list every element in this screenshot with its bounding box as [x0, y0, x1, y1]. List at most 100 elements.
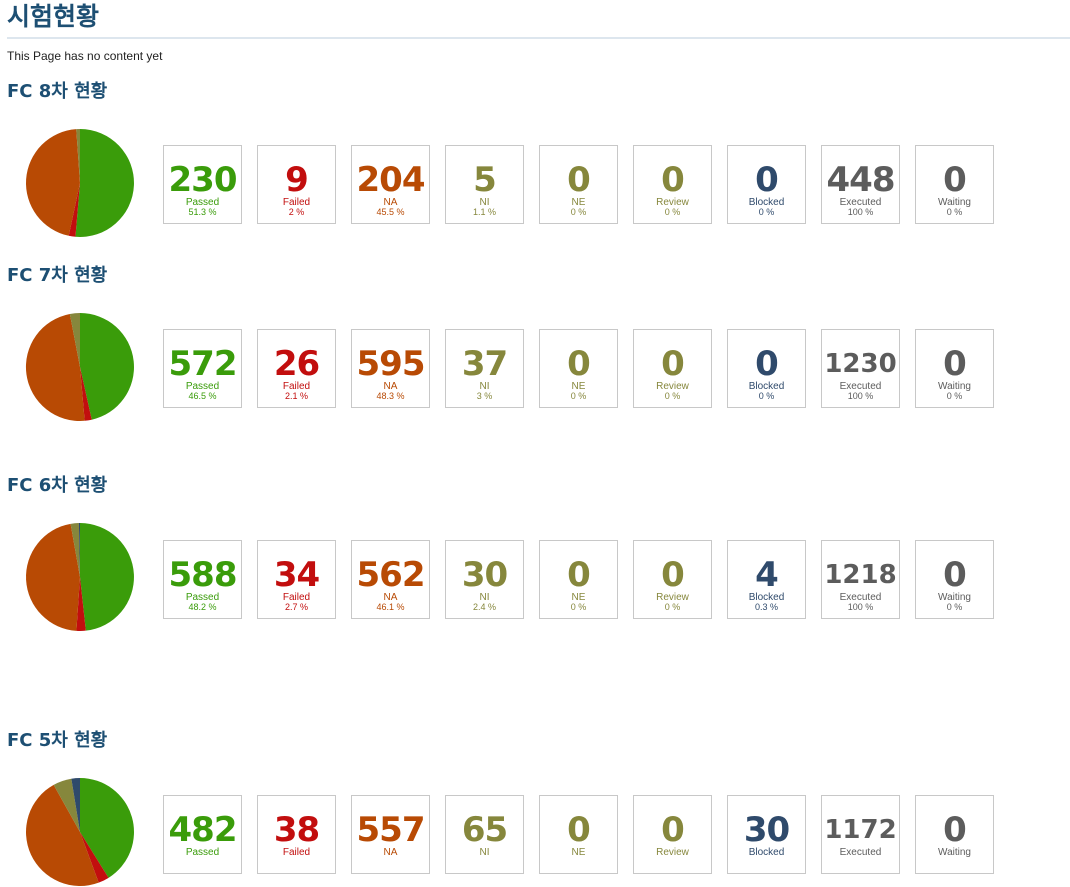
stat-card-blocked: 30 Blocked — [727, 795, 806, 874]
pie-slice-passed — [75, 129, 134, 237]
stat-percent: 0 % — [664, 391, 681, 401]
stat-value: 38 — [273, 810, 320, 850]
stat-percent: 0 % — [946, 602, 963, 612]
stat-card-failed: 26 Failed 2.1 % — [257, 329, 336, 408]
stat-percent: 0 % — [758, 391, 775, 401]
pie-slice-na — [25, 129, 80, 236]
stat-card-review: 0 Review 0 % — [633, 145, 712, 224]
stat-card-executed: 1172 Executed — [821, 795, 900, 874]
stat-percent: 1.1 % — [472, 207, 496, 217]
status-pie-chart — [25, 313, 134, 422]
stat-percent: 2.1 % — [284, 391, 308, 401]
stat-label: Failed — [282, 847, 311, 858]
stat-card-review: 0 Review 0 % — [633, 540, 712, 619]
stat-value: 482 — [168, 810, 238, 850]
stat-value: 1172 — [824, 815, 897, 845]
empty-page-note: This Page has no content yet — [7, 49, 163, 63]
stat-card-passed: 230 Passed 51.3 % — [163, 145, 242, 224]
stat-percent: 0 % — [946, 207, 963, 217]
stat-value: 1218 — [824, 560, 897, 590]
stat-percent: 0 % — [570, 391, 587, 401]
stat-value: 5 — [473, 160, 497, 200]
stat-percent: 48.3 % — [376, 391, 405, 401]
stat-card-waiting: 0 Waiting — [915, 795, 994, 874]
stat-card-failed: 34 Failed 2.7 % — [257, 540, 336, 619]
stat-percent: 0 % — [570, 602, 587, 612]
stat-percent: 2.7 % — [284, 602, 308, 612]
section-title: FC 8차 현황 — [7, 81, 108, 102]
pie-slice-na — [26, 523, 81, 631]
stat-percent: 0 % — [664, 207, 681, 217]
stat-label: Blocked — [748, 847, 785, 858]
stat-card-blocked: 0 Blocked 0 % — [727, 329, 806, 408]
stat-value: 0 — [943, 160, 967, 200]
stat-card-ne: 0 NE 0 % — [539, 540, 618, 619]
stat-percent: 2.4 % — [472, 602, 496, 612]
stat-percent: 45.5 % — [376, 207, 405, 217]
stat-value: 0 — [755, 344, 779, 384]
stat-percent: 0 % — [758, 207, 775, 217]
stat-value: 230 — [168, 160, 238, 200]
stat-value: 204 — [356, 160, 426, 200]
page-title: 시험현황 — [7, 2, 100, 31]
stat-card-ni: 5 NI 1.1 % — [445, 145, 524, 224]
stat-value: 0 — [755, 160, 779, 200]
stat-card-ne: 0 NE 0 % — [539, 145, 618, 224]
stat-card-na: 562 NA 46.1 % — [351, 540, 430, 619]
stat-card-na: 204 NA 45.5 % — [351, 145, 430, 224]
stat-percent: 46.5 % — [188, 391, 217, 401]
stat-percent: 100 % — [847, 207, 874, 217]
stat-value: 30 — [461, 555, 508, 595]
stat-value: 9 — [285, 160, 309, 200]
stat-value: 0 — [567, 160, 591, 200]
stat-value: 0 — [661, 810, 685, 850]
stat-percent: 46.1 % — [376, 602, 405, 612]
stat-card-ni: 37 NI 3 % — [445, 329, 524, 408]
status-pie-chart — [26, 778, 134, 886]
stat-value: 0 — [661, 160, 685, 200]
stat-value: 34 — [273, 555, 320, 595]
stat-value: 0 — [567, 555, 591, 595]
stat-value: 0 — [567, 344, 591, 384]
stat-card-ni: 30 NI 2.4 % — [445, 540, 524, 619]
stat-value: 562 — [356, 555, 426, 595]
stat-label: Waiting — [938, 847, 971, 858]
stat-percent: 48.2 % — [188, 602, 217, 612]
stat-card-passed: 572 Passed 46.5 % — [163, 329, 242, 408]
stat-percent: 0 % — [570, 207, 587, 217]
stat-value: 448 — [826, 160, 896, 200]
stat-label: NE — [571, 847, 586, 858]
stat-value: 0 — [661, 344, 685, 384]
stat-card-ni: 65 NI — [445, 795, 524, 874]
stat-card-passed: 482 Passed — [163, 795, 242, 874]
stat-card-blocked: 4 Blocked 0.3 % — [727, 540, 806, 619]
stat-value: 4 — [755, 555, 779, 595]
stat-value: 0 — [661, 555, 685, 595]
stat-label: Passed — [185, 847, 220, 858]
stat-value: 37 — [461, 344, 508, 384]
stat-card-waiting: 0 Waiting 0 % — [915, 540, 994, 619]
pie-slice-passed — [80, 523, 134, 631]
stat-label: Review — [656, 847, 689, 858]
stat-card-failed: 38 Failed — [257, 795, 336, 874]
stat-percent: 3 % — [476, 391, 493, 401]
stat-label: Executed — [839, 847, 882, 858]
stat-label: NA — [383, 847, 398, 858]
stat-card-waiting: 0 Waiting 0 % — [915, 329, 994, 408]
stat-card-ne: 0 NE — [539, 795, 618, 874]
stat-value: 30 — [743, 810, 790, 850]
status-pie-chart — [26, 522, 134, 631]
stat-value: 0 — [943, 344, 967, 384]
stat-value: 0 — [943, 810, 967, 850]
stat-percent: 2 % — [288, 207, 305, 217]
stat-percent: 0 % — [664, 602, 681, 612]
stat-card-na: 557 NA — [351, 795, 430, 874]
stat-value: 1230 — [824, 349, 897, 379]
stat-card-review: 0 Review — [633, 795, 712, 874]
section-title: FC 6차 현황 — [7, 475, 108, 496]
stat-percent: 100 % — [847, 391, 874, 401]
stat-label: NI — [479, 847, 490, 858]
title-divider — [7, 37, 1070, 39]
stat-card-executed: 1218 Executed 100 % — [821, 540, 900, 619]
stat-card-blocked: 0 Blocked 0 % — [727, 145, 806, 224]
